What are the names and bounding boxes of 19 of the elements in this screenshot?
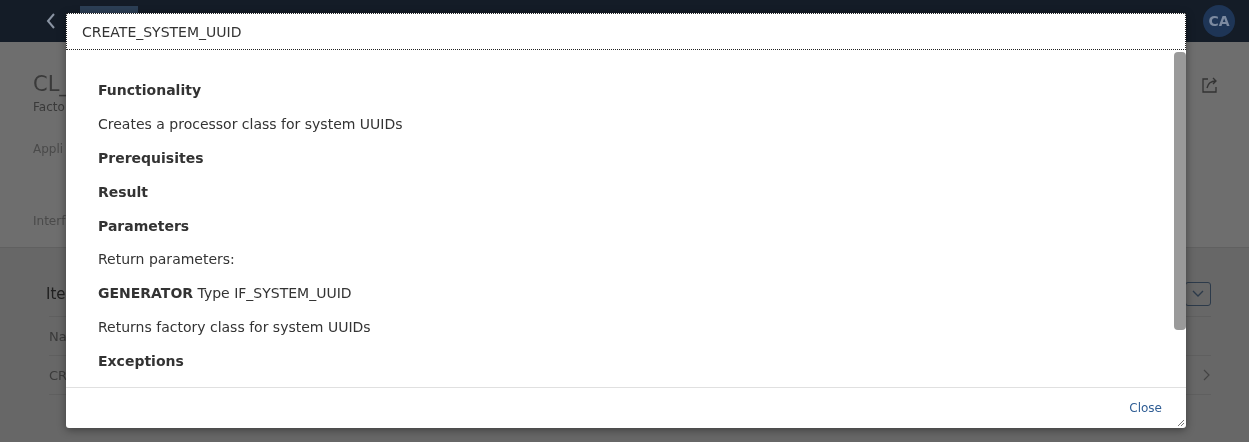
paragraph: GENERATOR Type IF_SYSTEM_UUID bbox=[98, 285, 353, 304]
avatar[interactable]: CA bbox=[1203, 5, 1235, 37]
resize-grip-icon[interactable] bbox=[1177, 419, 1185, 427]
section-heading: Exceptions bbox=[98, 353, 185, 372]
paragraph: Returns factory class for system UUIDs bbox=[98, 319, 372, 338]
paragraph: Creates a processor class for system UUIDs bbox=[98, 115, 404, 134]
dialog-title: CREATE_SYSTEM_UUID bbox=[66, 13, 1186, 50]
close-link[interactable]: Close bbox=[1129, 401, 1162, 415]
paragraph: Return parameters: bbox=[98, 251, 236, 270]
section-heading: Parameters bbox=[98, 217, 191, 236]
section-heading: Prerequisites bbox=[98, 149, 205, 168]
section-heading: Functionality bbox=[98, 82, 203, 100]
chevron-right-icon[interactable] bbox=[1203, 369, 1211, 381]
scrollbar-thumb[interactable] bbox=[1174, 52, 1186, 330]
table-title: Ite bbox=[46, 285, 66, 303]
chevron-down-icon bbox=[1192, 290, 1204, 298]
section-heading: Result bbox=[98, 183, 150, 202]
share-icon[interactable] bbox=[1201, 76, 1219, 94]
back-icon[interactable] bbox=[46, 13, 56, 29]
